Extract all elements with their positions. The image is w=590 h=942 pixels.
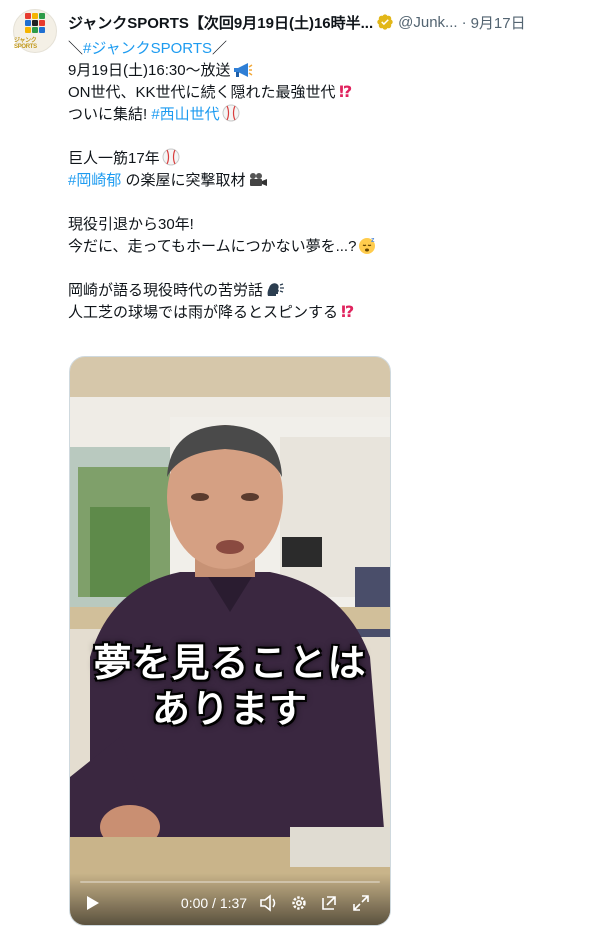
- tweet-header: ジャンクSPORTS【次回9月19日(土)16時半... @Junk... · …: [68, 11, 584, 33]
- svg-text:⁉: ⁉: [341, 302, 354, 320]
- text-line: ついに集結! #西山世代: [68, 104, 578, 126]
- exclamation-question-icon: ⁉: [339, 82, 352, 100]
- text-line: 人工芝の球場では雨が降るとスピンする ⁉: [68, 302, 578, 324]
- text-line: #岡崎郁 の楽屋に突撃取材: [68, 170, 578, 192]
- text-line: 巨人一筋17年: [68, 148, 578, 170]
- video-caption-line-1: 夢を見ることは: [93, 641, 367, 685]
- baseball-icon: [222, 104, 240, 122]
- fullscreen-icon: [353, 895, 369, 911]
- avatar-label: ジャンクSPORTS: [14, 37, 37, 50]
- movie-camera-icon: [249, 173, 267, 186]
- video-time: 0:00 / 1:37: [180, 895, 248, 911]
- svg-text:⁉: ⁉: [339, 82, 352, 100]
- text-line: 9月19日(土)16:30～放送: [68, 60, 578, 82]
- text-line: 今だに、走ってもホームにつかない夢を...? z: [68, 236, 578, 258]
- text-line: ON世代、KK世代に続く隠れた最強世代 ⁉: [68, 82, 578, 104]
- hashtag-link[interactable]: #西山世代: [151, 106, 219, 123]
- svg-text:z: z: [371, 237, 375, 244]
- baseball-icon: [162, 148, 180, 166]
- volume-icon: [260, 894, 276, 912]
- fullscreen-button[interactable]: [350, 893, 372, 913]
- text-line: ＼#ジャンクSPORTS／: [68, 40, 228, 57]
- avatar[interactable]: ジャンクSPORTS: [13, 9, 57, 53]
- pop-out-icon: [322, 896, 336, 910]
- text-line: 岡崎が語る現役時代の苦労話: [68, 280, 578, 302]
- verified-badge-icon: [377, 14, 393, 30]
- video-controls: 0:00 / 1:37: [70, 873, 390, 925]
- play-button[interactable]: [84, 893, 102, 913]
- author-handle[interactable]: @Junk...: [398, 14, 457, 31]
- pop-out-button[interactable]: [318, 893, 340, 913]
- hashtag-link[interactable]: #ジャンクSPORTS: [83, 40, 212, 57]
- video-player[interactable]: 夢を見ることは あります 0:00 / 1:37: [69, 356, 391, 926]
- tweet-date[interactable]: 9月17日: [471, 12, 526, 33]
- video-caption-line-2: あります: [151, 687, 308, 731]
- megaphone-icon: [233, 63, 252, 77]
- separator-dot: ·: [461, 13, 467, 31]
- sleeping-face-icon: z: [359, 237, 376, 254]
- tweet-text: ＼#ジャンクSPORTS／ 9月19日(土)16:30～放送 ON世代、KK世代…: [68, 38, 578, 324]
- speaking-head-icon: [267, 283, 285, 296]
- gear-icon: [292, 896, 306, 910]
- video-progress-bar[interactable]: [80, 881, 380, 883]
- play-icon: [87, 896, 99, 910]
- hashtag-link[interactable]: #岡崎郁: [68, 172, 121, 189]
- text-line: 現役引退から30年!: [68, 216, 194, 233]
- settings-button[interactable]: [288, 893, 310, 913]
- exclamation-question-icon: ⁉: [341, 302, 354, 320]
- author-display-name[interactable]: ジャンクSPORTS【次回9月19日(土)16時半...: [68, 12, 373, 33]
- avatar-logo-icon: [25, 12, 45, 33]
- volume-button[interactable]: [258, 893, 280, 913]
